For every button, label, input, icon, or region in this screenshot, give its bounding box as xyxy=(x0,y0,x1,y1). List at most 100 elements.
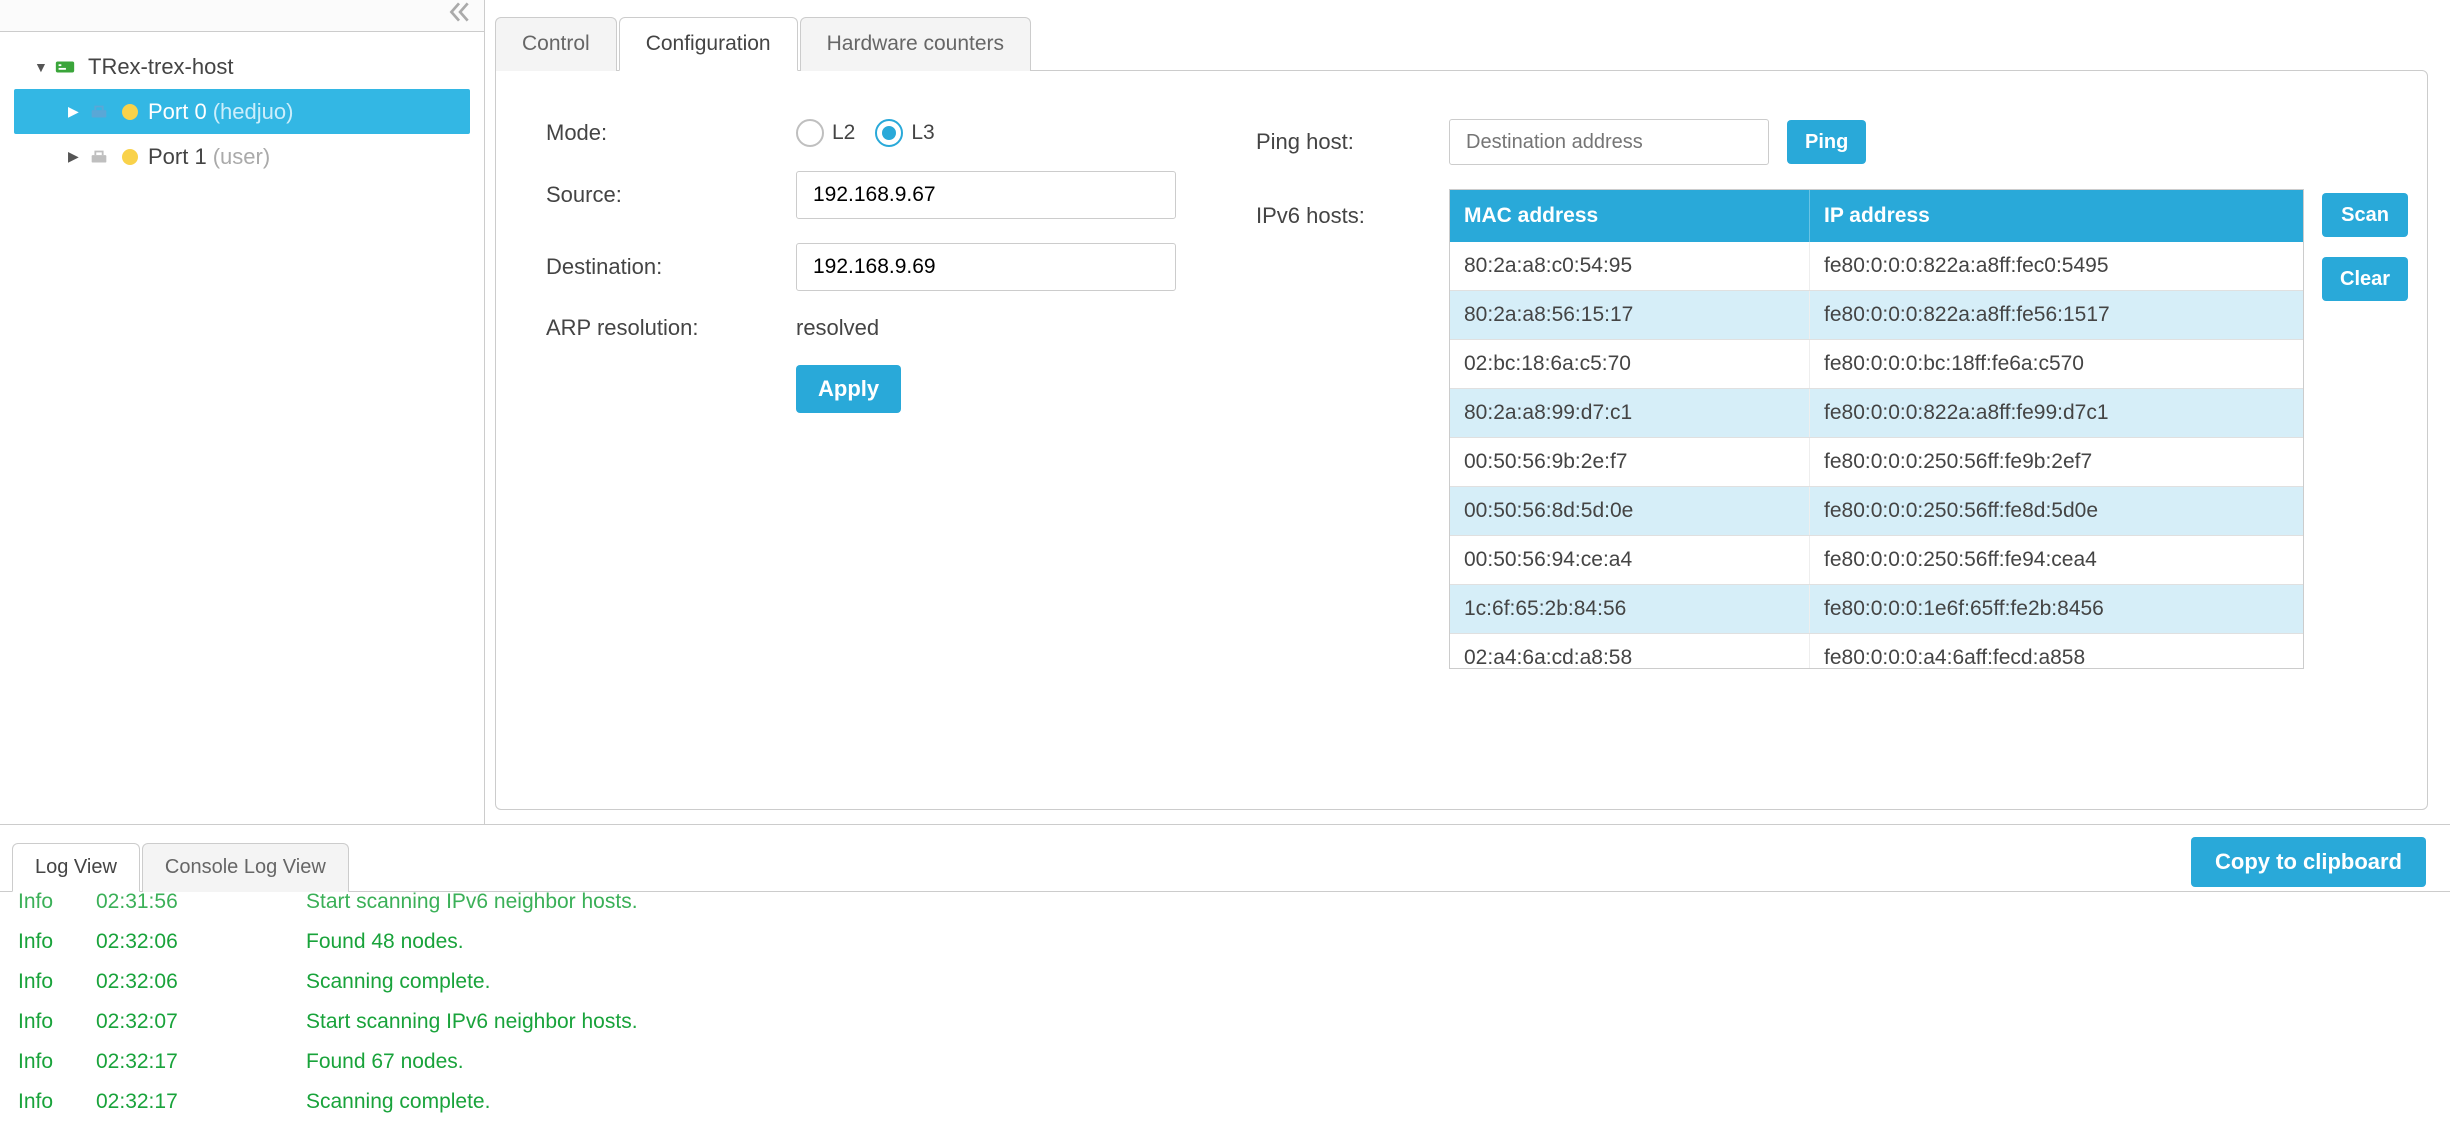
ipv6-table-row[interactable]: 00:50:56:94:ce:a4fe80:0:0:0:250:56ff:fe9… xyxy=(1450,536,2303,585)
ipv6-table-row[interactable]: 02:a4:6a:cd:a8:58fe80:0:0:0:a4:6aff:fecd… xyxy=(1450,634,2303,668)
sidebar-header xyxy=(0,0,484,32)
tab-control[interactable]: Control xyxy=(495,17,617,71)
ipv6-cell-ip: fe80:0:0:0:a4:6aff:fecd:a858 xyxy=(1810,634,2303,668)
main-tabs: Control Configuration Hardware counters xyxy=(495,16,2428,70)
log-line: Info02:32:17Scanning complete. xyxy=(18,1082,2432,1122)
tab-console-log-view[interactable]: Console Log View xyxy=(142,843,349,892)
log-msg: Scanning complete. xyxy=(246,970,490,994)
log-msg: Scanning complete. xyxy=(246,1090,490,1114)
log-body[interactable]: Info 02:31:56 Start scanning IPv6 neighbor… xyxy=(0,891,2450,1145)
log-line: Info 02:32:17 Found 67 nodes. xyxy=(18,1042,2432,1082)
ping-button[interactable]: Ping xyxy=(1787,120,1866,164)
mode-row: Mode: L2 L3 xyxy=(546,119,1176,147)
log-time: 02:32:06 xyxy=(96,970,226,994)
radio-l2[interactable]: L2 xyxy=(796,119,855,147)
copy-clipboard-button[interactable]: Copy to clipboard xyxy=(2191,837,2426,887)
source-label: Source: xyxy=(546,182,796,208)
tree-port-user: (user) xyxy=(213,144,270,170)
ipv6-cell-mac: 80:2a:a8:c0:54:95 xyxy=(1450,242,1810,290)
log-time: 02:32:17 xyxy=(96,1050,226,1074)
log-time: 02:32:17 xyxy=(96,1090,226,1114)
apply-button[interactable]: Apply xyxy=(796,365,901,413)
ipv6-cell-ip: fe80:0:0:0:822a:a8ff:fec0:5495 xyxy=(1810,242,2303,290)
log-msg: Start scanning IPv6 neighbor hosts. xyxy=(246,891,638,914)
tree-port-node[interactable]: ▶Port 0(hedjuo) xyxy=(14,89,470,134)
ipv6-cell-mac: 80:2a:a8:99:d7:c1 xyxy=(1450,389,1810,437)
ipv6-cell-mac: 00:50:56:8d:5d:0e xyxy=(1450,487,1810,535)
log-msg: Start scanning IPv6 neighbor hosts. xyxy=(246,1010,638,1034)
log-tabs: Log View Console Log View xyxy=(12,842,351,891)
ipv6-table-row[interactable]: 00:50:56:9b:2e:f7fe80:0:0:0:250:56ff:fe9… xyxy=(1450,438,2303,487)
tree-root-node[interactable]: ▼ TRex-trex-host xyxy=(14,44,470,89)
log-level: Info xyxy=(18,1050,76,1074)
ipv6-cell-mac: 00:50:56:9b:2e:f7 xyxy=(1450,438,1810,486)
ping-label: Ping host: xyxy=(1256,129,1431,155)
ipv6-cell-ip: fe80:0:0:0:250:56ff:fe9b:2ef7 xyxy=(1810,438,2303,486)
ipv6-cell-ip: fe80:0:0:0:250:56ff:fe94:cea4 xyxy=(1810,536,2303,584)
ipv6-table-header: MAC address IP address xyxy=(1450,190,2303,242)
tree-root-label: TRex-trex-host xyxy=(88,54,233,80)
log-msg: Found 67 nodes. xyxy=(246,1050,464,1074)
host-icon xyxy=(54,56,88,78)
status-dot-icon xyxy=(122,149,138,165)
radio-l3-label: L3 xyxy=(911,121,934,145)
ipv6-cell-ip: fe80:0:0:0:1e6f:65ff:fe2b:8456 xyxy=(1810,585,2303,633)
sidebar: ▼ TRex-trex-host ▶Port 0(hedjuo) ▶ Port 1(… xyxy=(0,0,485,824)
ping-input[interactable] xyxy=(1449,119,1769,165)
tab-panel-configuration: Mode: L2 L3 xyxy=(495,70,2428,810)
tree-port-node[interactable]: ▶ Port 1(user) xyxy=(14,134,470,179)
destination-input[interactable] xyxy=(796,243,1176,291)
tab-hardware-counters[interactable]: Hardware counters xyxy=(800,17,1031,71)
ipv6-col-ip[interactable]: IP address xyxy=(1810,190,2303,242)
ipv6-table: MAC address IP address 80:2a:a8:c0:54:95… xyxy=(1449,189,2304,669)
ipv6-table-row[interactable]: 80:2a:a8:99:d7:c1fe80:0:0:0:822a:a8ff:fe… xyxy=(1450,389,2303,438)
ipv6-label: IPv6 hosts: xyxy=(1256,189,1431,229)
device-tree: ▼ TRex-trex-host ▶Port 0(hedjuo) ▶ Port 1(… xyxy=(0,32,484,191)
source-input[interactable] xyxy=(796,171,1176,219)
log-time: 02:31:56 xyxy=(96,891,226,914)
ipv6-table-row[interactable]: 80:2a:a8:c0:54:95fe80:0:0:0:822a:a8ff:fe… xyxy=(1450,242,2303,291)
ipv6-table-body[interactable]: 80:2a:a8:c0:54:95fe80:0:0:0:822a:a8ff:fe… xyxy=(1450,242,2303,668)
log-time: 02:32:06 xyxy=(96,930,226,954)
log-level: Info xyxy=(18,891,76,914)
log-msg: Found 48 nodes. xyxy=(246,930,464,954)
ipv6-cell-ip: fe80:0:0:0:822a:a8ff:fe56:1517 xyxy=(1810,291,2303,339)
log-header: Log View Console Log View Copy to clipbo… xyxy=(0,825,2450,891)
log-level: Info xyxy=(18,970,76,994)
collapse-sidebar-icon[interactable] xyxy=(446,0,472,32)
caret-down-icon: ▼ xyxy=(34,59,54,75)
ipv6-table-row[interactable]: 80:2a:a8:56:15:17fe80:0:0:0:822a:a8ff:fe… xyxy=(1450,291,2303,340)
app-root: ▼ TRex-trex-host ▶Port 0(hedjuo) ▶ Port 1(… xyxy=(0,0,2450,1146)
ipv6-cell-mac: 1c:6f:65:2b:84:56 xyxy=(1450,585,1810,633)
clear-button[interactable]: Clear xyxy=(2322,257,2408,301)
radio-l3[interactable]: L3 xyxy=(875,119,934,147)
tree-port-label: Port 1 xyxy=(148,144,207,170)
tree-port-user: (hedjuo) xyxy=(213,99,294,125)
ipv6-table-row[interactable]: 00:50:56:8d:5d:0efe80:0:0:0:250:56ff:fe8… xyxy=(1450,487,2303,536)
tab-configuration[interactable]: Configuration xyxy=(619,17,798,71)
top-region: ▼ TRex-trex-host ▶Port 0(hedjuo) ▶ Port 1(… xyxy=(0,0,2450,825)
ipv6-table-row[interactable]: 1c:6f:65:2b:84:56fe80:0:0:0:1e6f:65ff:fe… xyxy=(1450,585,2303,634)
apply-row: Apply xyxy=(546,365,1176,413)
config-grid: Mode: L2 L3 xyxy=(546,119,2377,669)
ipv6-table-row[interactable]: 02:bc:18:6a:c5:70fe80:0:0:0:bc:18ff:fe6a… xyxy=(1450,340,2303,389)
destination-label: Destination: xyxy=(546,254,796,280)
status-dot-icon xyxy=(122,104,138,120)
scan-button[interactable]: Scan xyxy=(2322,193,2408,237)
tab-log-view[interactable]: Log View xyxy=(12,843,140,892)
radio-checked-icon xyxy=(875,119,903,147)
caret-right-icon: ▶ xyxy=(68,148,88,165)
ipv6-col-mac[interactable]: MAC address xyxy=(1450,190,1810,242)
log-line: Info 02:32:06 Scanning complete. xyxy=(18,962,2432,1002)
port-icon xyxy=(88,146,122,168)
config-right-column: Ping host: Ping IPv6 hosts: MAC address … xyxy=(1256,119,2408,669)
ipv6-cell-ip: fe80:0:0:0:250:56ff:fe8d:5d0e xyxy=(1810,487,2303,535)
ipv6-row: IPv6 hosts: MAC address IP address 80:2a… xyxy=(1256,189,2408,669)
ipv6-cell-mac: 02:bc:18:6a:c5:70 xyxy=(1450,340,1810,388)
log-region: Log View Console Log View Copy to clipbo… xyxy=(0,825,2450,1145)
log-line: Info 02:31:56 Start scanning IPv6 neighbor… xyxy=(18,891,2432,922)
arp-value: resolved xyxy=(796,315,879,341)
log-line: Info02:32:06Found 48 nodes. xyxy=(18,922,2432,962)
main-panel: Control Configuration Hardware counters … xyxy=(485,0,2450,824)
radio-unchecked-icon xyxy=(796,119,824,147)
